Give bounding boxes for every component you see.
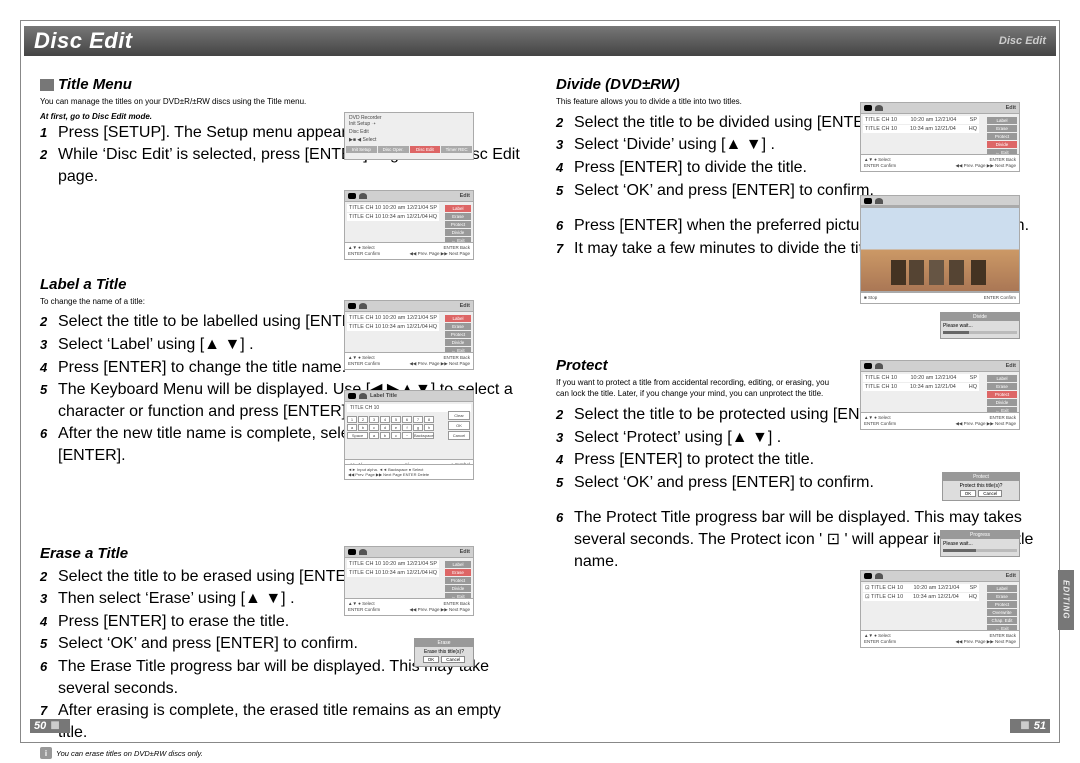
mini-edit-3: Edit TITLE CH 1010:20 am 12/21/04SP TITL… [344,546,474,616]
protect-intro: If you want to protect a title from acci… [556,378,836,400]
doc-title-right: Disc Edit [999,35,1046,47]
mini-photo-foot: ■ StopENTER Confirm [860,292,1020,304]
mini-edit-2: Edit TITLE CH 1010:20 am 12/21/04SP TITL… [344,300,474,370]
mini-edit-1: Edit TITLE CH 1010:20 am 12/21/04SP TITL… [344,190,474,260]
info-icon: i [40,747,52,759]
mini-label: Label Title TITLE CH 10 12345678 abcdefg… [344,390,474,480]
step: 4Press [ENTER] to protect the title. [556,449,1040,471]
pagenum-left: 50■ [30,719,70,733]
divide-intro: This feature allows you to divide a titl… [556,97,836,108]
left-page: Title Menu You can manage the titles on … [24,60,540,739]
title-menu-heading: Title Menu [40,76,524,93]
side-tab-editing: EDITING [1058,570,1074,630]
mini-divide-edit: Edit TITLE CH 1010:20 am 12/21/04SP TITL… [860,102,1020,172]
mini-photo-hdr [860,195,1020,207]
erase-note: iYou can erase titles on DVD±RW discs on… [40,747,524,759]
main-header: Disc Edit Disc Edit [24,26,1056,56]
mini-setup: DVD Recorder Init Setup ➝ Disc Edit ▶■ ◀… [344,112,474,160]
doc-title: Disc Edit [34,28,133,54]
mini-erase-dlg: Erase Erase this title(s)? OKCancel [414,638,474,667]
divide-heading: Divide (DVD±RW) [556,76,1040,93]
title-menu-intro: You can manage the titles on your DVD±R/… [40,97,320,108]
mini-divide-dlg: Divide Please wait... [940,312,1020,339]
mini-protect-after: Edit ⊡ TITLE CH 1010:20 am 12/21/04SP ⊡ … [860,570,1020,648]
mini-divide-photo [860,207,1020,292]
mini-progress-dlg: Progress Please wait... [940,530,1020,557]
mini-protect-dlg: Protect Protect this title(s)? OKCancel [942,472,1020,501]
mini-protect-edit: Edit TITLE CH 1010:20 am 12/21/04SP TITL… [860,360,1020,430]
label-title-heading: Label a Title [40,276,524,293]
right-page: Divide (DVD±RW) This feature allows you … [540,60,1056,739]
pagenum-right: ■51 [1010,719,1050,733]
step: 7After erasing is complete, the erased t… [40,700,524,743]
